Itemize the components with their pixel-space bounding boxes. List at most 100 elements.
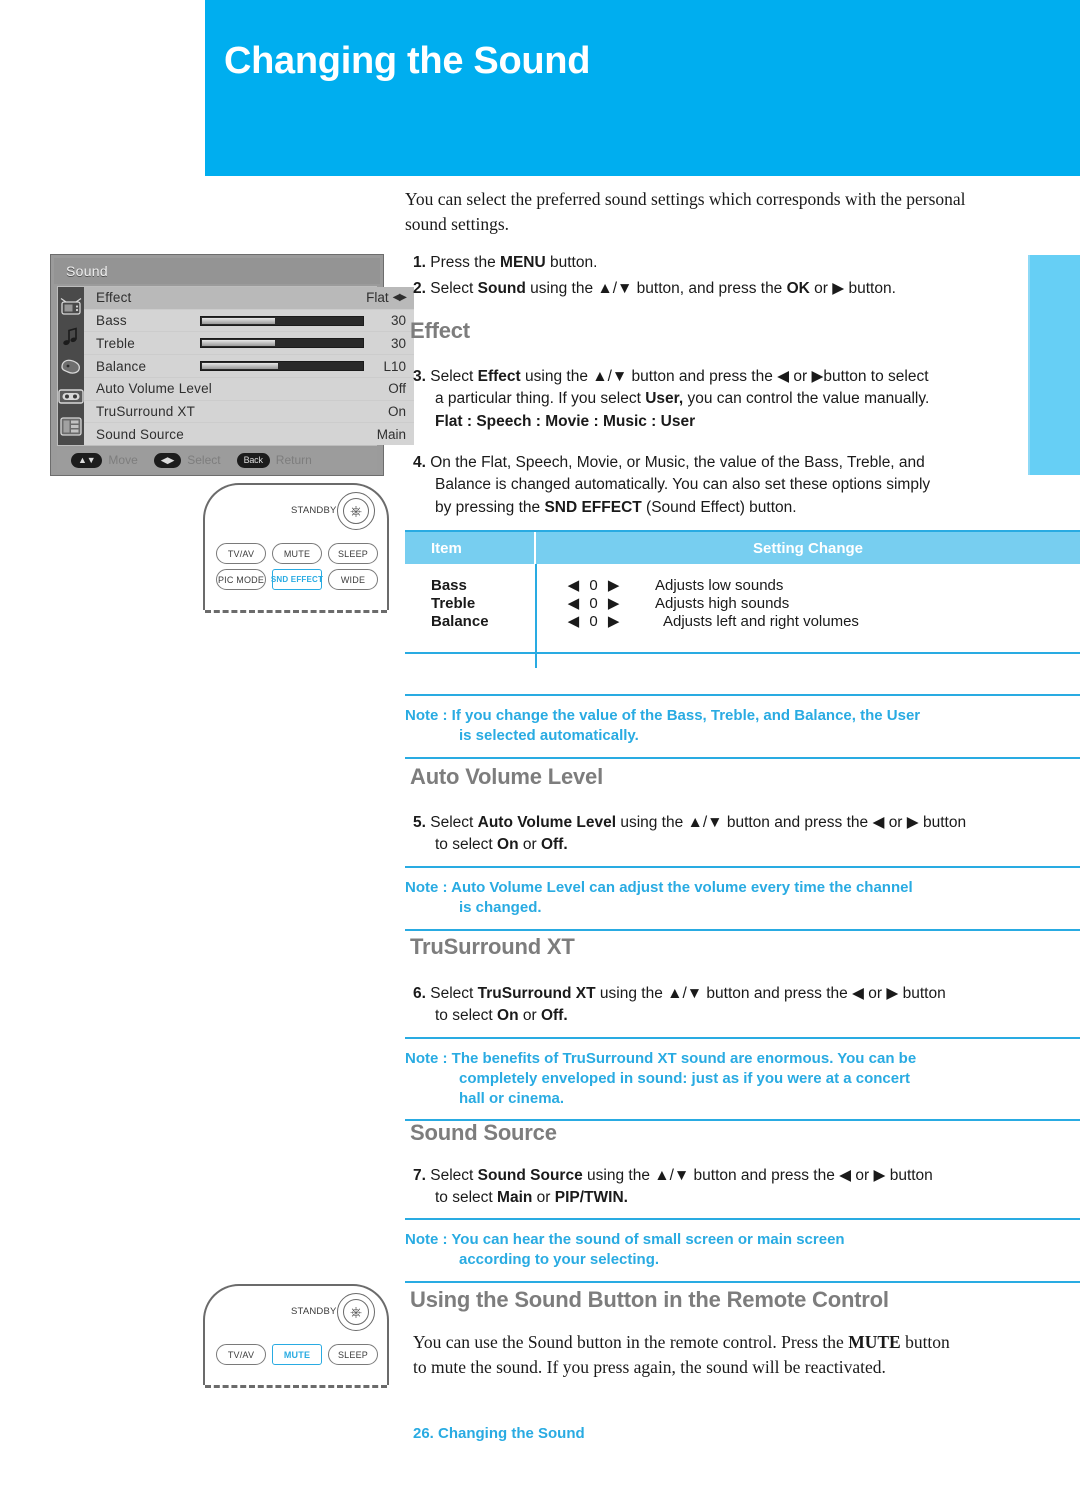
- osd-value: Flat: [366, 290, 389, 306]
- remote-button-mute[interactable]: MUTE: [272, 543, 322, 564]
- step-number: 3.: [413, 368, 426, 385]
- remote-button-tvav[interactable]: TV/AV: [216, 1344, 266, 1365]
- osd-value: Off: [388, 381, 406, 397]
- osd-value: 30: [390, 335, 406, 351]
- note-3: Note : The benefits of TruSurround XT so…: [405, 1049, 1080, 1108]
- osd-row-list: Effect Flat ◀▶ Bass 30 Treble 30 Balance…: [84, 287, 414, 446]
- step-4: 4. On the Flat, Speech, Movie, or Music,…: [413, 452, 1053, 474]
- osd-row-auto-volume-level[interactable]: Auto Volume Level Off: [84, 377, 414, 401]
- note-3-line-2: completely enveloped in sound: just as i…: [459, 1069, 910, 1087]
- settings-table: Item Setting Change Bass ◀ 0 ▶ Adjusts l…: [405, 532, 1080, 652]
- remote-button-sleep[interactable]: SLEEP: [328, 543, 378, 564]
- note-1-bottom-rule: [405, 756, 1080, 759]
- remote-section-line-1: You can use the Sound button in the remo…: [413, 1332, 950, 1352]
- balance-slider[interactable]: [200, 361, 364, 372]
- osd-row-balance[interactable]: Balance L10: [84, 355, 414, 378]
- osd-row-effect[interactable]: Effect Flat ◀▶: [84, 287, 414, 310]
- osd-hint-return: Back Return: [236, 452, 312, 468]
- power-icon[interactable]: ⎈: [343, 498, 369, 524]
- bass-slider[interactable]: [200, 315, 364, 326]
- left-right-arrows-icon: ◀▶: [153, 452, 182, 468]
- osd-row-bass[interactable]: Bass 30: [84, 309, 414, 333]
- remote-control-diagram-bottom: STANDBY ⎈ TV/AV MUTE SLEEP: [203, 1284, 393, 1394]
- osd-hint-select: ◀▶ Select: [153, 452, 221, 468]
- note-2-bottom-rule: [405, 928, 1080, 931]
- spacer-cell: [535, 564, 1080, 576]
- note-4-line-2: according to your selecting.: [459, 1250, 660, 1268]
- page-header-banner: Changing the Sound: [205, 0, 1080, 176]
- step-number: 1.: [413, 254, 426, 271]
- osd-hint-label: Select: [187, 453, 221, 467]
- step-4-line-2: Balance is changed automatically. You ca…: [435, 476, 931, 494]
- step-7-block: 7. Select Sound Source using the ▲/▼ but…: [413, 1165, 1053, 1210]
- step-text: Select Sound using the ▲/▼ button, and p…: [430, 280, 896, 298]
- remote-button-tvav[interactable]: TV/AV: [216, 543, 266, 564]
- note-1-line-1: Note : If you change the value of the Ba…: [405, 707, 921, 724]
- osd-body: Effect Flat ◀▶ Bass 30 Treble 30 Balance…: [57, 286, 414, 446]
- remote-button-sleep[interactable]: SLEEP: [328, 1344, 378, 1365]
- standby-label: STANDBY: [291, 505, 337, 516]
- stepper-control[interactable]: ◀ 0 ▶: [535, 612, 655, 630]
- remote-cut-line: [205, 1385, 387, 1388]
- heading-using-sound-button: Using the Sound Button in the Remote Con…: [410, 1287, 889, 1312]
- step-1: 1. Press the MENU button.: [413, 252, 1033, 274]
- spacer-cell: [535, 630, 1080, 652]
- column-header-item: Item: [405, 532, 535, 564]
- step-3: 3. Select Effect using the ▲/▼ button an…: [413, 366, 1053, 388]
- table-body: Bass ◀ 0 ▶ Adjusts low sounds Treble ◀ 0…: [405, 564, 1080, 652]
- cell-description: Adjusts low sounds: [655, 576, 784, 594]
- osd-label: Treble: [96, 335, 135, 351]
- step-number: 5.: [413, 814, 426, 831]
- stepper-control[interactable]: ◀ 0 ▶: [535, 576, 655, 594]
- power-icon[interactable]: ⎈: [343, 1299, 369, 1325]
- osd-row-treble[interactable]: Treble 30: [84, 332, 414, 356]
- osd-row-sound-source[interactable]: Sound Source Main: [84, 423, 414, 446]
- osd-label: Auto Volume Level: [96, 381, 212, 397]
- remote-button-wide[interactable]: WIDE: [328, 569, 378, 590]
- osd-footer-hints: ▲▼ Move ◀▶ Select Back Return: [57, 448, 377, 472]
- osd-value: Main: [376, 426, 406, 442]
- step-4-line-1: On the Flat, Speech, Movie, or Music, th…: [430, 454, 925, 471]
- osd-label: Sound Source: [96, 426, 184, 442]
- back-button-icon: Back: [236, 452, 270, 468]
- step-7: 7. Select Sound Source using the ▲/▼ but…: [413, 1165, 1053, 1187]
- step-5-line-2: to select On or Off.: [435, 836, 568, 854]
- step-7-line-1: Select Sound Source using the ▲/▼ button…: [430, 1167, 933, 1184]
- stepper-control[interactable]: ◀ 0 ▶: [535, 594, 655, 612]
- note-2-top-rule: [405, 866, 1080, 868]
- step-5: 5. Select Auto Volume Level using the ▲/…: [413, 812, 1053, 834]
- step-number: 4.: [413, 454, 426, 471]
- intro-paragraph: You can select the preferred sound setti…: [405, 187, 1005, 238]
- table-spacer-row: [405, 564, 1080, 576]
- table-spacer-row: [405, 630, 1080, 652]
- table-row: Treble ◀ 0 ▶ Adjusts high sounds: [405, 594, 1080, 613]
- note-1-block: Note : If you change the value of the Ba…: [405, 694, 1080, 759]
- remote-control-diagram-top: STANDBY ⎈ TV/AV MUTE SLEEP PIC MODE SND …: [203, 483, 393, 618]
- cell-setting: ◀ 0 ▶ Adjusts low sounds: [535, 576, 1080, 595]
- remote-button-mute[interactable]: MUTE: [272, 1344, 322, 1365]
- remote-section-paragraph: You can use the Sound button in the remo…: [413, 1330, 1033, 1381]
- osd-title: Sound: [54, 258, 380, 284]
- osd-row-trusurround-xt[interactable]: TruSurround XT On: [84, 400, 414, 424]
- remote-button-snd-effect[interactable]: SND EFFECT: [271, 569, 323, 590]
- spacer-cell: [405, 564, 535, 576]
- treble-slider[interactable]: [200, 338, 364, 349]
- step-6-line-2: to select On or Off.: [435, 1007, 568, 1025]
- osd-label: TruSurround XT: [96, 403, 196, 419]
- step-3-line-3: Flat : Speech : Movie : Music : User: [435, 412, 696, 430]
- table-row: Bass ◀ 0 ▶ Adjusts low sounds: [405, 576, 1080, 595]
- step-6: 6. Select TruSurround XT using the ▲/▼ b…: [413, 983, 1053, 1005]
- music-note-icon: [58, 326, 84, 345]
- remote-button-pic-mode[interactable]: PIC MODE: [216, 569, 266, 590]
- note-2-block: Note : Auto Volume Level can adjust the …: [405, 866, 1080, 931]
- note-2-line-2: is changed.: [459, 898, 542, 916]
- osd-value: L10: [383, 358, 406, 374]
- intro-line-1: You can select the preferred sound setti…: [405, 189, 966, 209]
- step-5-block: 5. Select Auto Volume Level using the ▲/…: [413, 812, 1053, 857]
- steps-1-2: 1. Press the MENU button. 2. Select Soun…: [413, 252, 1033, 301]
- note-3-line-3: hall or cinema.: [459, 1089, 565, 1107]
- remote-cut-line: [205, 610, 387, 613]
- cell-setting: ◀ 0 ▶ Adjusts high sounds: [535, 594, 1080, 613]
- step-3-block: 3. Select Effect using the ▲/▼ button an…: [413, 366, 1053, 433]
- osd-label: Balance: [96, 358, 147, 374]
